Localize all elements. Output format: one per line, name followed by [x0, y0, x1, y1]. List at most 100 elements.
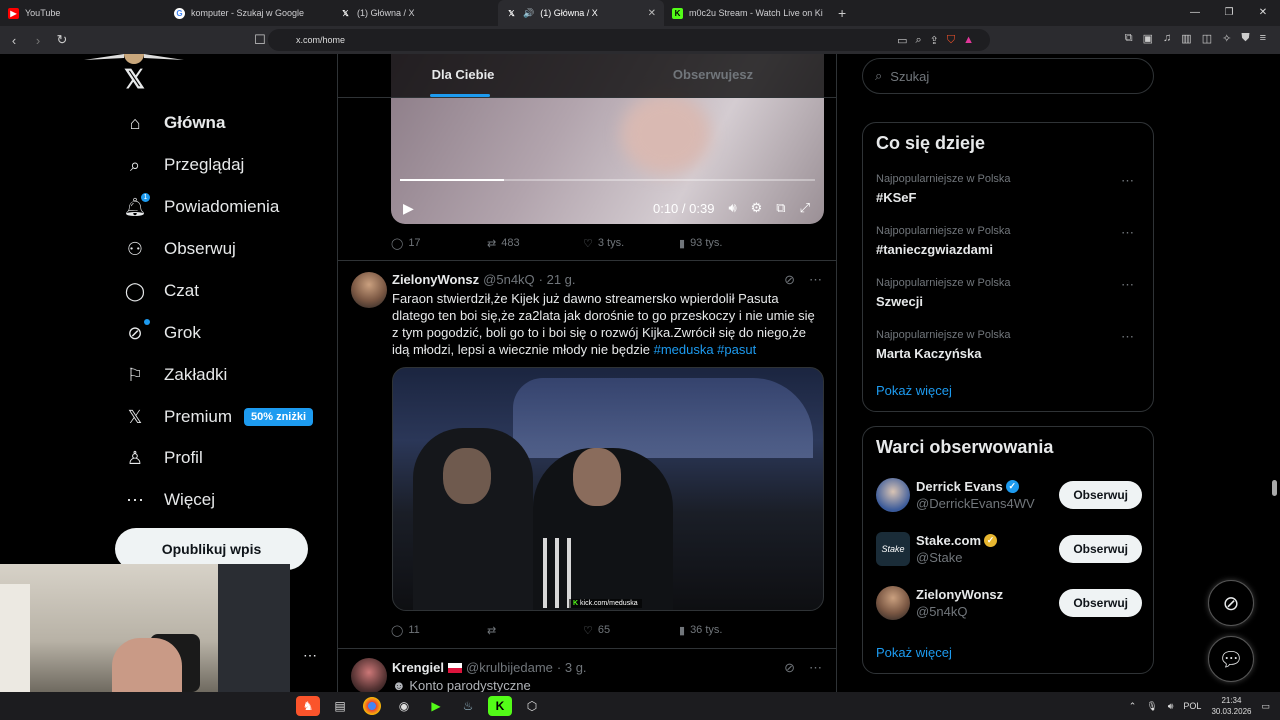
forward-icon[interactable]: › [28, 33, 48, 48]
extensions-icon[interactable]: ⧉ [1125, 32, 1133, 45]
sidebar-item-notifications[interactable]: 🔔︎ 1 Powiadomienia [124, 192, 279, 222]
language-indicator[interactable]: POL [1183, 701, 1201, 711]
scrollbar[interactable] [1272, 480, 1277, 496]
more-icon[interactable]: ⋯ [809, 660, 822, 676]
zoom-icon[interactable]: ⌕ [915, 34, 921, 47]
bookmark-page-icon[interactable]: ☐ [250, 32, 270, 48]
trend-item[interactable]: Najpopularniejsze w Polska #KSeF ⋯ [876, 173, 1142, 205]
clock[interactable]: 21:34 30.03.2026 [1211, 695, 1251, 717]
tab-following[interactable]: Obserwujesz [588, 54, 836, 97]
avatar[interactable] [351, 272, 387, 308]
trend-item[interactable]: Najpopularniejsze w Polska Szwecji ⋯ [876, 277, 1142, 309]
sidebar-item-profile[interactable]: ♙ Profil [124, 443, 203, 473]
steam-icon[interactable]: ♨ [456, 696, 480, 716]
close-window-icon[interactable]: ✕ [1246, 0, 1280, 26]
tab-x-1[interactable]: 𝕏 (1) Główna / X [332, 0, 498, 26]
tab-youtube[interactable]: ▶ YouTube [0, 0, 166, 26]
trend-item[interactable]: Najpopularniejsze w Polska Marta Kaczyńs… [876, 329, 1142, 361]
app2-icon[interactable]: ⬡ [520, 696, 544, 716]
avatar[interactable] [351, 658, 387, 692]
sidebar-toggle-icon[interactable]: ▥ [1181, 32, 1191, 45]
tweet-time[interactable]: · 3 g. [557, 660, 587, 675]
more-icon[interactable]: ⋯ [809, 272, 822, 288]
more-icon[interactable]: ⋯ [1121, 173, 1134, 189]
app-icon[interactable]: ▶ [424, 696, 448, 716]
brave-icon[interactable]: ♞ [296, 696, 320, 716]
reply-button[interactable]: ◯ 17 [391, 237, 487, 250]
tab-x-active[interactable]: 𝕏 🔊 (1) Główna / X ✕ [498, 0, 664, 26]
play-icon[interactable]: ▶ [403, 200, 414, 217]
notifications-icon[interactable]: ▭ [1261, 701, 1270, 712]
music-icon[interactable]: ♫ [1163, 32, 1171, 45]
video-progress-bar[interactable] [400, 179, 815, 181]
tweet-time[interactable]: · 21 g. [539, 272, 576, 287]
follow-suggestion[interactable]: Derrick Evans ✓ @DerrickEvans4WV Obserwuj [876, 475, 1142, 515]
tweet-hashtags[interactable]: #meduska #pasut [654, 342, 757, 357]
reply-button[interactable]: ◯ 11 [391, 624, 487, 637]
grok-fab-icon[interactable]: ⊘ [1208, 580, 1254, 626]
minimize-icon[interactable]: — [1178, 0, 1212, 26]
tab-for-you[interactable]: Dla Ciebie [338, 54, 588, 97]
kick-app-icon[interactable]: K [488, 696, 512, 716]
share-icon[interactable]: ⇪ [930, 34, 939, 47]
trend-item[interactable]: Najpopularniejsze w Polska #tanieczgwiaz… [876, 225, 1142, 257]
follow-button[interactable]: Obserwuj [1059, 481, 1142, 509]
tweet-author-name[interactable]: Krengiel [392, 660, 444, 675]
repost-button[interactable]: ⇄ [487, 624, 583, 637]
follow-button[interactable]: Obserwuj [1059, 589, 1142, 617]
more-icon[interactable]: ⋯ [1121, 329, 1134, 345]
chrome-icon[interactable] [363, 697, 381, 715]
views-button[interactable]: ▮ 36 tys. [679, 624, 775, 637]
tweet-author-handle[interactable]: @5n4kQ [483, 272, 535, 287]
pip-icon[interactable]: ⧉ [776, 200, 785, 216]
like-button[interactable]: ♡ 65 [583, 624, 679, 637]
repost-button[interactable]: ⇄ 483 [487, 237, 583, 250]
account-more-icon[interactable]: ⋯ [303, 647, 317, 664]
tweet-author-handle[interactable]: @krulbijedame [466, 660, 553, 675]
wallet-icon[interactable]: ▣ [1143, 32, 1153, 45]
file-explorer-icon[interactable]: ▤ [328, 696, 352, 716]
follow-suggestion[interactable]: Stake Stake.com ✓ @Stake Obserwuj [876, 529, 1142, 569]
messages-fab-icon[interactable]: 💬︎ [1208, 636, 1254, 682]
sidebar-item-chat[interactable]: ◯ Czat [124, 276, 199, 306]
sidebar-item-explore[interactable]: ⌕ Przeglądaj [124, 150, 244, 180]
volume-icon[interactable]: 🔊︎ [728, 200, 736, 216]
tray-chevron-icon[interactable]: ⌃ [1129, 701, 1137, 712]
back-icon[interactable]: ‹ [4, 33, 24, 48]
brave-shield-icon[interactable]: ⛉ [947, 34, 955, 47]
sidebar-item-home[interactable]: ⌂ Główna [124, 108, 226, 138]
grok-icon[interactable]: ⊘ [784, 272, 795, 288]
cast-icon[interactable]: ▭ [897, 34, 907, 47]
show-more-link[interactable]: Pokaż więcej [876, 645, 952, 660]
url-field[interactable]: x.com/home ▭ ⌕ ⇪ ⛉ ▲ [268, 29, 990, 51]
grok-icon[interactable]: ⊘ [784, 660, 795, 676]
reload-icon[interactable]: ↻ [52, 32, 72, 48]
video-player-2[interactable]: K kick.com/meduska [392, 367, 824, 611]
sidebar-item-premium[interactable]: 𝕏 Premium 50% zniżki [124, 402, 314, 432]
sidebar-item-grok[interactable]: ⊘ Grok [124, 318, 201, 348]
more-icon[interactable]: ⋯ [1121, 277, 1134, 293]
show-more-link[interactable]: Pokaż więcej [876, 383, 952, 398]
mic-icon[interactable]: 🎙︎ [1146, 701, 1157, 712]
obs-icon[interactable]: ◉ [392, 696, 416, 716]
sidebar-item-bookmarks[interactable]: ⚐ Zakładki [124, 360, 227, 390]
sidebar-item-follow[interactable]: ⚇ Obserwuj [124, 234, 236, 264]
menu-icon[interactable]: ≡ [1260, 32, 1266, 45]
like-button[interactable]: ♡ 3 tys. [583, 237, 679, 250]
x-logo-icon[interactable]: 𝕏 [124, 64, 145, 95]
restore-icon[interactable]: ❐ [1212, 0, 1246, 26]
tab-google[interactable]: G komputer - Szukaj w Google [166, 0, 332, 26]
volume-icon[interactable]: 🔊︎ [1168, 701, 1174, 712]
settings-icon[interactable]: ⚙ [751, 200, 763, 216]
sidebar-item-more[interactable]: ⋯ Więcej [124, 485, 215, 515]
ai-icon[interactable]: ✧ [1222, 32, 1231, 45]
tab-kick[interactable]: K m0c2u Stream - Watch Live on Ki [664, 0, 830, 26]
follow-button[interactable]: Obserwuj [1059, 535, 1142, 563]
new-tab-button[interactable]: + [830, 5, 854, 21]
views-button[interactable]: ▮ 93 tys. [679, 237, 775, 250]
tweet-author-name[interactable]: ZielonyWonsz [392, 272, 479, 287]
vpn-icon[interactable]: ⛊ [1241, 32, 1249, 45]
search-input[interactable]: ⌕ Szukaj [862, 58, 1154, 94]
close-tab-icon[interactable]: ✕ [648, 8, 656, 19]
brave-rewards-icon[interactable]: ▲ [963, 34, 974, 47]
